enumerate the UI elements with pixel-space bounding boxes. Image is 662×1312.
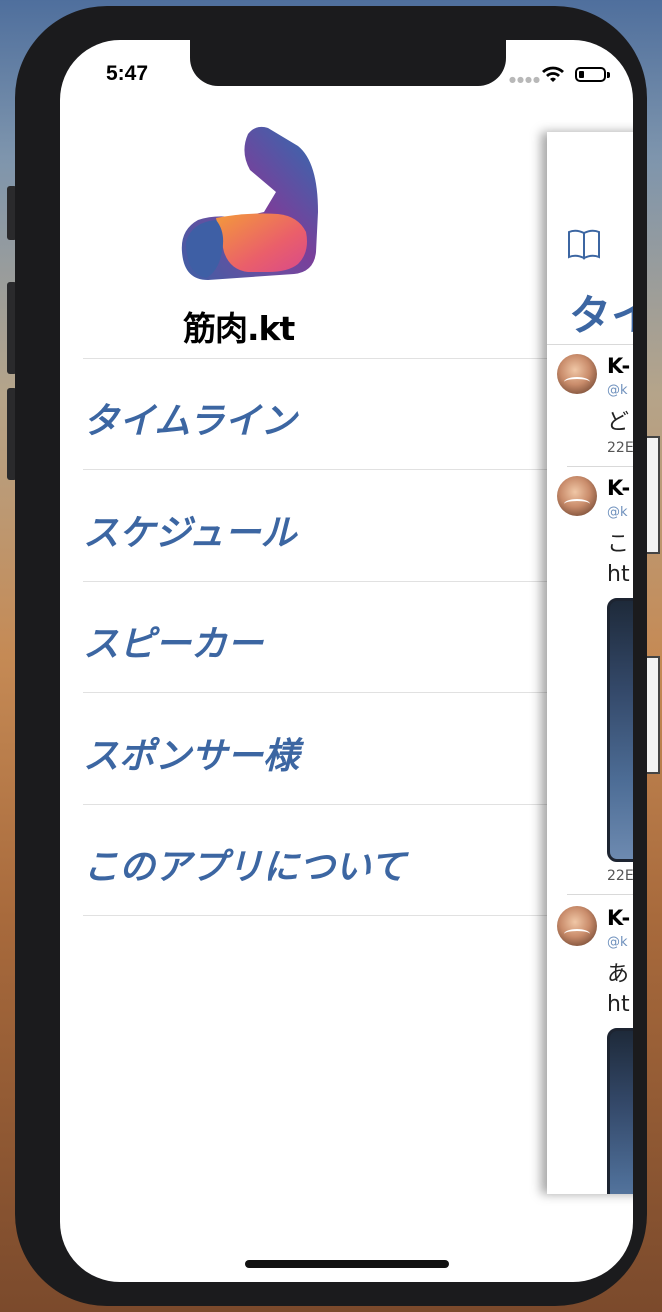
battery-level <box>579 71 584 78</box>
logo-muscle-icon <box>181 126 318 280</box>
menu-item-about[interactable]: このアプリについて <box>83 805 547 915</box>
avatar[interactable] <box>557 476 597 516</box>
tweet[interactable]: K- @k ど 22E <box>557 354 633 464</box>
battery-icon <box>575 67 606 82</box>
tweet-body: ど <box>607 410 630 435</box>
menu-item-label: タイムライン <box>83 401 297 442</box>
avatar[interactable] <box>557 354 597 394</box>
tweet-divider <box>567 466 633 467</box>
tweet-author-handle: @k <box>607 505 628 520</box>
notch <box>190 40 506 86</box>
tweet-image[interactable] <box>607 1028 633 1194</box>
avatar[interactable] <box>557 906 597 946</box>
tweet-body: こ ht <box>607 532 630 587</box>
logo-text: 筋肉.kt <box>183 309 295 348</box>
tweet-body: あ ht <box>607 962 630 1017</box>
menu-item-timeline[interactable]: タイムライン <box>83 359 547 469</box>
tweet-author-handle: @k <box>607 935 628 950</box>
tweet-author-name: K- <box>607 354 631 378</box>
menu-item-speakers[interactable]: スピーカー <box>83 582 547 692</box>
tweet[interactable]: K- @k あ ht <box>557 906 633 1194</box>
timeline-panel[interactable]: タイ K- @k ど 22E K- @k こ ht 22E K- @k あ ht <box>547 132 633 1194</box>
header-divider <box>547 344 633 345</box>
phone-screen: 5:47 ●●●● 筋肉.kt タイムライン スケジュール スピーカー スポンサ… <box>60 40 633 1282</box>
tweet-timestamp: 22E <box>607 868 633 884</box>
menu-divider <box>83 469 549 470</box>
menu-item-schedule[interactable]: スケジュール <box>83 471 547 581</box>
tweet-divider <box>567 894 633 895</box>
menu-item-label: スケジュール <box>83 513 297 554</box>
phone-frame: 5:47 ●●●● 筋肉.kt タイムライン スケジュール スピーカー スポンサ… <box>15 6 647 1306</box>
tweet-image[interactable] <box>607 598 633 862</box>
home-indicator[interactable] <box>245 1260 449 1268</box>
menu-divider <box>83 692 549 693</box>
page-title: タイ <box>569 291 633 340</box>
tweet-timestamp: 22E <box>607 440 633 456</box>
menu-item-label: スピーカー <box>83 624 264 665</box>
tweet-author-handle: @k <box>607 383 628 398</box>
battery-cap <box>607 72 610 78</box>
menu-item-label: このアプリについて <box>83 847 406 888</box>
book-icon[interactable] <box>567 228 601 260</box>
tweet-author-name: K- <box>607 476 631 500</box>
tweet[interactable]: K- @k こ ht 22E <box>557 476 633 896</box>
menu-item-sponsors[interactable]: スポンサー様 <box>83 694 547 804</box>
tweet-author-name: K- <box>607 906 631 930</box>
menu-item-label: スポンサー様 <box>83 736 300 777</box>
menu-divider <box>83 915 549 916</box>
navigation-drawer: 筋肉.kt タイムライン スケジュール スピーカー スポンサー様 このアプリにつ… <box>60 40 549 1282</box>
